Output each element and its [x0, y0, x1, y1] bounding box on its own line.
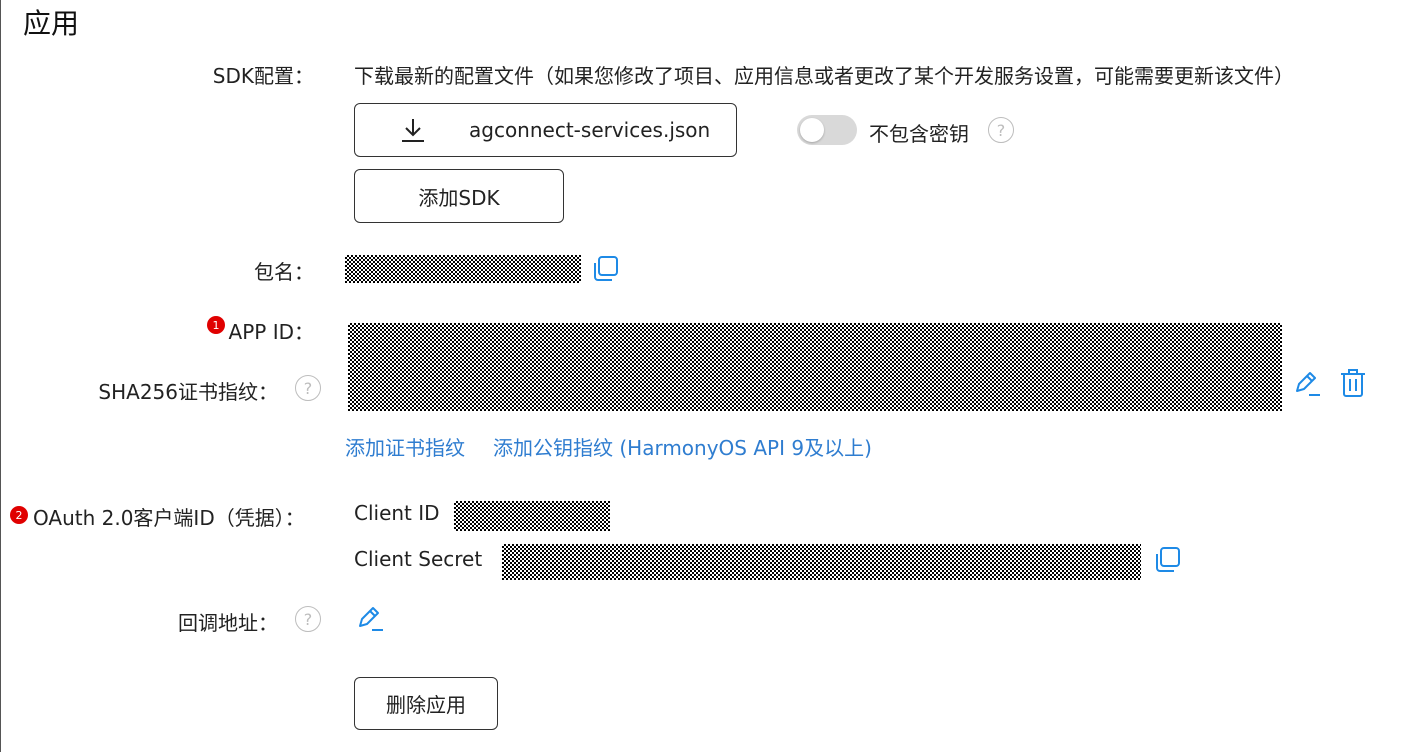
step-badge-2: 2 [10, 506, 28, 524]
help-icon[interactable]: ? [295, 606, 321, 632]
add-sdk-button[interactable]: 添加SDK [354, 169, 564, 223]
delete-app-button[interactable]: 删除应用 [354, 677, 498, 730]
download-icon [399, 116, 427, 144]
help-icon[interactable]: ? [295, 375, 321, 401]
toggle-knob [800, 118, 824, 142]
exclude-secret-toggle[interactable] [797, 115, 857, 145]
app-id-and-sha256-redacted [348, 323, 1282, 411]
app-id-label: APP ID： [228, 320, 314, 344]
step-badge-1: 1 [207, 316, 225, 334]
page-title: 应用 [23, 7, 80, 40]
edit-fingerprint-icon[interactable] [1292, 368, 1322, 402]
callback-url-label: 回调地址： [178, 611, 278, 635]
sdk-config-label: SDK配置： [212, 64, 314, 88]
package-name-value-redacted [345, 255, 581, 283]
delete-fingerprint-icon[interactable] [1339, 368, 1367, 402]
download-file-name: agconnect-services.json [469, 118, 711, 142]
client-secret-label: Client Secret [354, 547, 483, 571]
copy-secret-icon[interactable] [1153, 546, 1181, 578]
oauth-client-label: OAuth 2.0客户端ID（凭据）： [33, 506, 305, 530]
add-cert-fingerprint-link[interactable]: 添加证书指纹 [345, 432, 465, 461]
sha256-label: SHA256证书指纹： [98, 380, 278, 404]
client-secret-value-redacted [502, 544, 1141, 580]
sdk-config-description: 下载最新的配置文件（如果您修改了项目、应用信息或者更改了某个开发服务设置，可能需… [354, 64, 1294, 88]
exclude-secret-label: 不包含密钥 [869, 122, 969, 146]
app-settings-page: 应用 SDK配置： 下载最新的配置文件（如果您修改了项目、应用信息或者更改了某个… [0, 0, 1406, 752]
copy-package-icon[interactable] [591, 255, 619, 287]
client-id-label: Client ID [354, 501, 440, 525]
package-name-label: 包名： [254, 260, 314, 284]
download-config-button[interactable]: agconnect-services.json [354, 103, 737, 157]
client-id-value-redacted [454, 501, 610, 531]
add-public-key-fingerprint-link[interactable]: 添加公钥指纹 (HarmonyOS API 9及以上) [493, 432, 872, 461]
edit-callback-icon[interactable] [355, 603, 385, 637]
help-icon[interactable]: ? [988, 117, 1014, 143]
